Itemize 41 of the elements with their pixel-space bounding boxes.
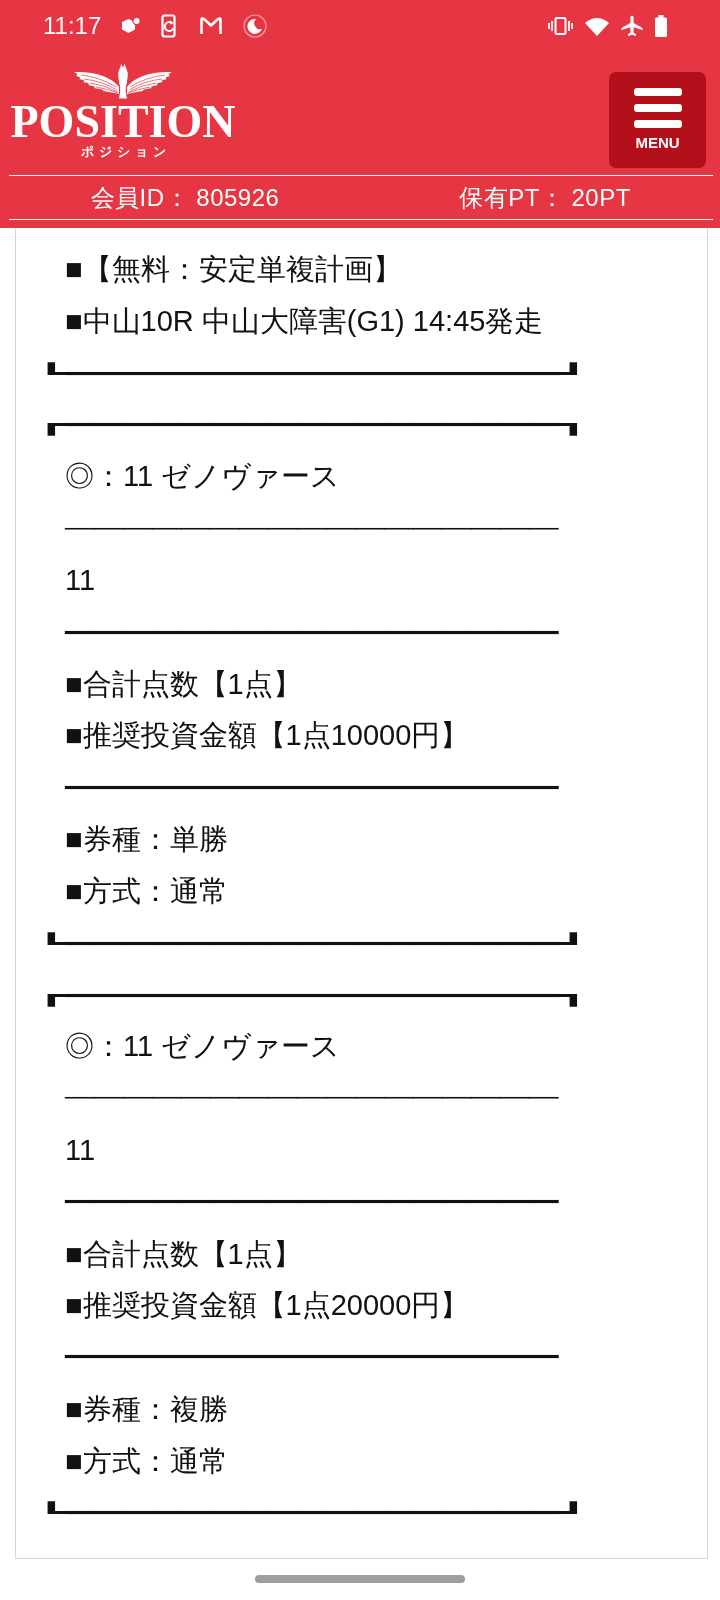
divider-line: ─────────────────	[65, 517, 558, 540]
divider-line: ─────────────────	[65, 1087, 558, 1110]
mail-icon	[199, 16, 224, 36]
plan-detail-text: ■【無料：安定単複計画】	[65, 251, 402, 287]
battery-icon	[655, 15, 667, 37]
plan-detail-text: ■券種：複勝	[65, 1392, 228, 1428]
points-balance: 保有PT： 20PT	[459, 182, 631, 213]
plan-detail-text: ■券種：単勝	[65, 822, 228, 857]
box-frame-line: ┏━━━━━━━━━━━━━━━━━┓	[37, 983, 588, 1006]
menu-icon	[633, 88, 682, 128]
plan-detail-text: ■中山10R 中山大障害(G1) 14:45発走	[65, 303, 544, 339]
divider-line: ━━━━━━━━━━━━━━━━━	[65, 1190, 558, 1213]
divider-line: ━━━━━━━━━━━━━━━━━	[65, 1346, 558, 1369]
box-frame-line: ┗━━━━━━━━━━━━━━━━━┛	[37, 931, 588, 954]
member-id: 会員ID： 805926	[90, 182, 280, 213]
wifi-icon	[585, 16, 609, 36]
menu-button[interactable]: MENU	[609, 72, 706, 168]
plan-detail-text: ■推奨投資金額【1点10000円】	[65, 718, 470, 754]
plan-detail-text: ■推奨投資金額【1点20000円】	[65, 1288, 470, 1324]
plan-detail-text: ■合計点数【1点】	[65, 1236, 302, 1272]
gesture-handle[interactable]	[255, 1575, 465, 1584]
box-frame-line: ┗━━━━━━━━━━━━━━━━━┛	[37, 1501, 588, 1524]
airplane-icon	[621, 15, 643, 37]
plan-detail-text: 11	[65, 1133, 96, 1168]
plan-detail-text: ■方式：通常	[65, 873, 228, 909]
plan-detail-text: ■合計点数【1点】	[65, 666, 302, 702]
divider-line: ━━━━━━━━━━━━━━━━━	[65, 776, 558, 799]
moon-icon	[243, 14, 268, 38]
divider-line: ━━━━━━━━━━━━━━━━━	[65, 620, 558, 643]
plan-detail-text: ■方式：通常	[65, 1443, 228, 1479]
plan-detail-text: 11	[65, 562, 96, 598]
vibrate-icon	[548, 16, 573, 36]
logo-tagline: ポジション	[80, 144, 171, 159]
box-frame-line: ┏━━━━━━━━━━━━━━━━━┓	[37, 413, 588, 436]
cube-icon	[121, 17, 142, 35]
winged-horse-icon	[72, 63, 174, 99]
plan-detail-text: ◎：11 ゼノヴァース	[65, 1029, 341, 1065]
plan-detail-text: ◎：11 ゼノヴァース	[65, 459, 341, 495]
status-time: 11:17	[43, 12, 102, 40]
logo-wordmark: POSITION	[10, 99, 236, 145]
box-frame-line: ┗━━━━━━━━━━━━━━━━━┛	[37, 361, 588, 384]
